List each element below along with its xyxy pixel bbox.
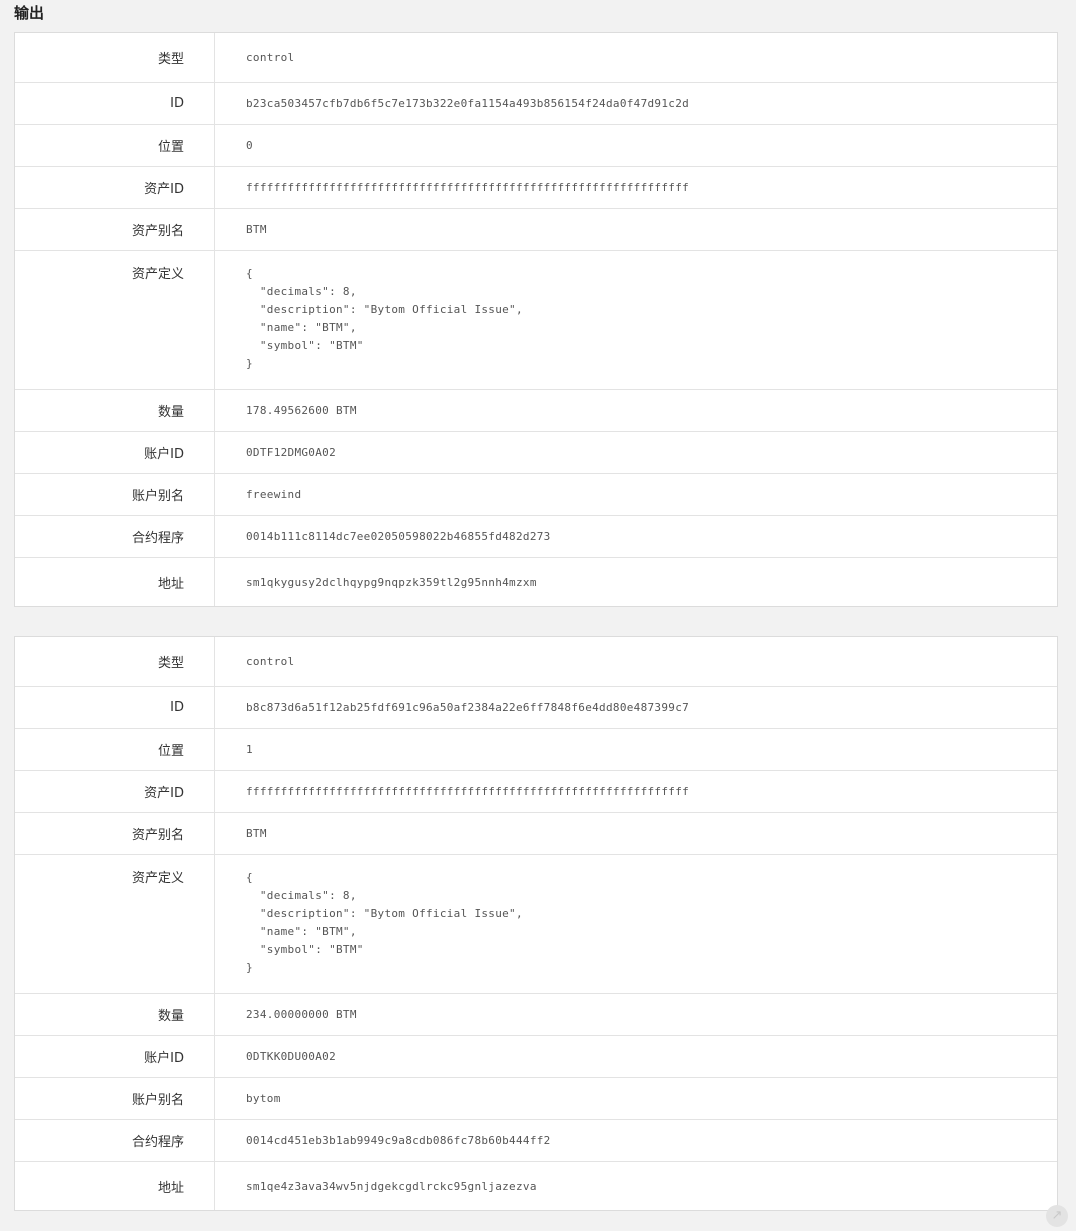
value-asset-alias: BTM	[246, 223, 267, 236]
output-card: 类型 control ID b23ca503457cfb7db6f5c7e173…	[14, 32, 1058, 607]
value-position: 1	[246, 743, 253, 756]
row-account-id: 账户ID 0DTF12DMG0A02	[15, 431, 1057, 473]
label-id: ID	[15, 687, 215, 728]
label-asset-alias: 资产别名	[15, 813, 215, 854]
value-id: b23ca503457cfb7db6f5c7e173b322e0fa1154a4…	[246, 97, 690, 110]
row-position: 位置 0	[15, 124, 1057, 166]
label-type: 类型	[15, 33, 215, 82]
label-type: 类型	[15, 637, 215, 686]
row-asset-alias: 资产别名 BTM	[15, 812, 1057, 854]
label-account-alias: 账户别名	[15, 474, 215, 515]
row-account-alias: 账户别名 freewind	[15, 473, 1057, 515]
label-address: 地址	[15, 1162, 215, 1210]
label-control-program: 合约程序	[15, 1120, 215, 1161]
value-account-id: 0DTF12DMG0A02	[246, 446, 336, 459]
scroll-indicator-icon[interactable]: ↗	[1046, 1205, 1068, 1227]
label-asset-alias: 资产别名	[15, 209, 215, 250]
label-position: 位置	[15, 125, 215, 166]
label-amount: 数量	[15, 390, 215, 431]
value-address: sm1qkygusy2dclhqypg9nqpzk359tl2g95nnh4mz…	[246, 575, 537, 589]
value-amount: 234.00000000 BTM	[246, 1008, 357, 1021]
row-account-id: 账户ID 0DTKK0DU00A02	[15, 1035, 1057, 1077]
label-asset-definition: 资产定义	[15, 855, 215, 993]
value-control-program: 0014cd451eb3b1ab9949c9a8cdb086fc78b60b44…	[246, 1134, 551, 1147]
value-amount: 178.49562600 BTM	[246, 404, 357, 417]
row-control-program: 合约程序 0014b111c8114dc7ee02050598022b46855…	[15, 515, 1057, 557]
label-amount: 数量	[15, 994, 215, 1035]
value-asset-id: ffffffffffffffffffffffffffffffffffffffff…	[246, 181, 690, 194]
label-position: 位置	[15, 729, 215, 770]
value-id: b8c873d6a51f12ab25fdf691c96a50af2384a22e…	[246, 701, 690, 714]
label-account-id: 账户ID	[15, 1036, 215, 1077]
section-title: 输出	[14, 4, 45, 22]
value-control-program: 0014b111c8114dc7ee02050598022b46855fd482…	[246, 530, 551, 543]
row-asset-definition: 资产定义 { "decimals": 8, "description": "By…	[15, 250, 1057, 389]
row-type: 类型 control	[15, 33, 1057, 82]
row-type: 类型 control	[15, 637, 1057, 686]
label-account-id: 账户ID	[15, 432, 215, 473]
output-card: 类型 control ID b8c873d6a51f12ab25fdf691c9…	[14, 636, 1058, 1211]
row-id: ID b23ca503457cfb7db6f5c7e173b322e0fa115…	[15, 82, 1057, 124]
row-id: ID b8c873d6a51f12ab25fdf691c96a50af2384a…	[15, 686, 1057, 728]
label-control-program: 合约程序	[15, 516, 215, 557]
label-account-alias: 账户别名	[15, 1078, 215, 1119]
value-address: sm1qe4z3ava34wv5njdgekcgdlrckc95gnljazez…	[246, 1179, 537, 1193]
row-amount: 数量 178.49562600 BTM	[15, 389, 1057, 431]
value-asset-definition: { "decimals": 8, "description": "Bytom O…	[215, 855, 1057, 993]
value-account-alias: bytom	[246, 1092, 281, 1105]
row-amount: 数量 234.00000000 BTM	[15, 993, 1057, 1035]
row-address: 地址 sm1qe4z3ava34wv5njdgekcgdlrckc95gnlja…	[15, 1161, 1057, 1210]
row-asset-alias: 资产别名 BTM	[15, 208, 1057, 250]
row-asset-id: 资产ID fffffffffffffffffffffffffffffffffff…	[15, 166, 1057, 208]
value-asset-alias: BTM	[246, 827, 267, 840]
value-position: 0	[246, 139, 253, 152]
row-asset-id: 资产ID fffffffffffffffffffffffffffffffffff…	[15, 770, 1057, 812]
value-type: control	[246, 51, 295, 64]
value-asset-definition: { "decimals": 8, "description": "Bytom O…	[215, 251, 1057, 389]
value-type: control	[246, 655, 295, 668]
value-asset-id: ffffffffffffffffffffffffffffffffffffffff…	[246, 785, 690, 798]
row-address: 地址 sm1qkygusy2dclhqypg9nqpzk359tl2g95nnh…	[15, 557, 1057, 606]
label-asset-id: 资产ID	[15, 167, 215, 208]
value-account-id: 0DTKK0DU00A02	[246, 1050, 336, 1063]
row-asset-definition: 资产定义 { "decimals": 8, "description": "By…	[15, 854, 1057, 993]
asset-definition-json: { "decimals": 8, "description": "Bytom O…	[246, 871, 523, 974]
label-id: ID	[15, 83, 215, 124]
row-position: 位置 1	[15, 728, 1057, 770]
row-control-program: 合约程序 0014cd451eb3b1ab9949c9a8cdb086fc78b…	[15, 1119, 1057, 1161]
asset-definition-json: { "decimals": 8, "description": "Bytom O…	[246, 267, 523, 370]
row-account-alias: 账户别名 bytom	[15, 1077, 1057, 1119]
label-address: 地址	[15, 558, 215, 606]
label-asset-id: 资产ID	[15, 771, 215, 812]
value-account-alias: freewind	[246, 488, 302, 501]
label-asset-definition: 资产定义	[15, 251, 215, 389]
